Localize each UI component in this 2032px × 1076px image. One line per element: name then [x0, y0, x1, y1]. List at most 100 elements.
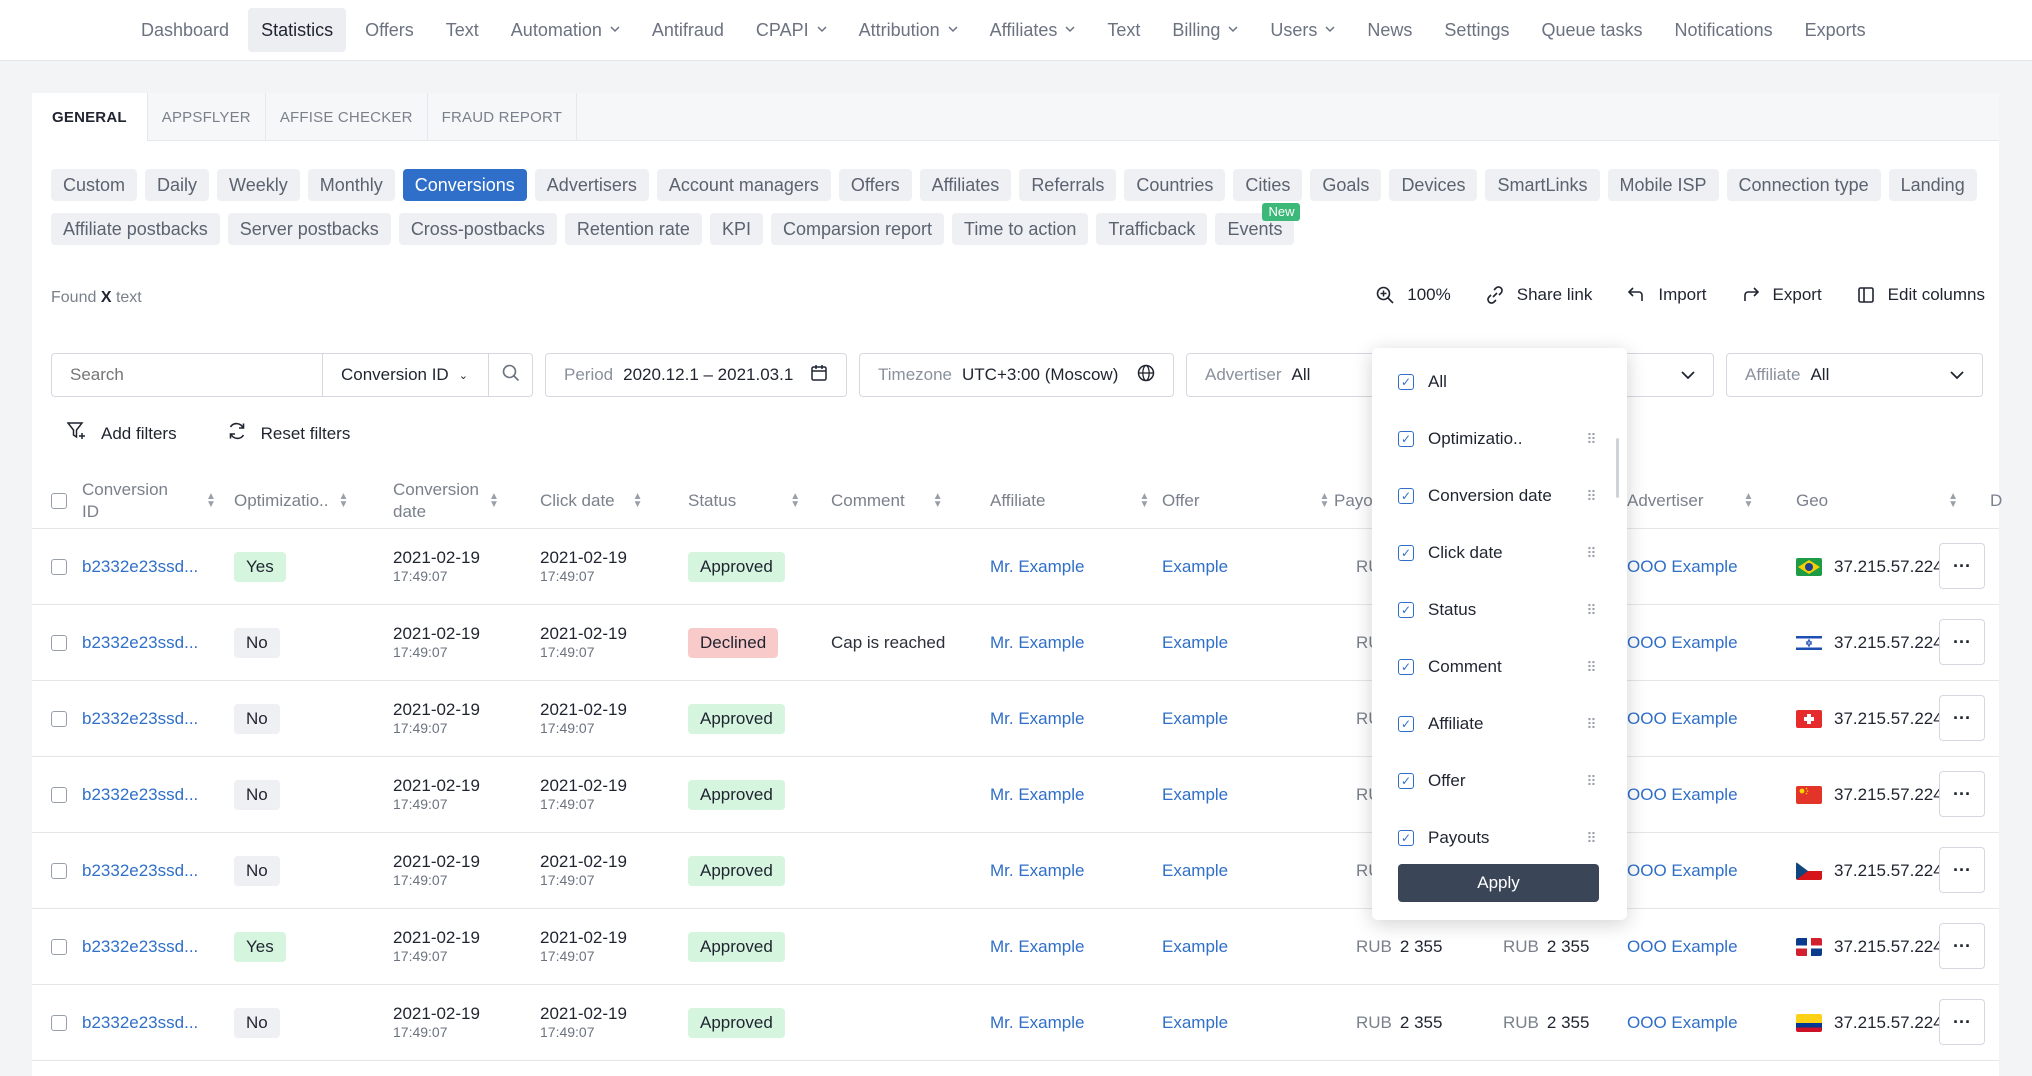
- offer-link[interactable]: Example: [1162, 633, 1228, 653]
- column-option-optimizatio-[interactable]: ✓ Optimizatio.. ⠿: [1398, 429, 1598, 449]
- col-conversion-date[interactable]: Conversion date ▲ ▼: [393, 473, 499, 529]
- chip-kpi[interactable]: KPI: [709, 213, 763, 245]
- column-option-offer[interactable]: ✓ Offer ⠿: [1398, 771, 1598, 791]
- chip-account-managers[interactable]: Account managers: [656, 169, 831, 201]
- row-actions-button[interactable]: ···: [1939, 543, 1985, 589]
- period-filter[interactable]: Period 2020.12.1 – 2021.03.1: [545, 353, 847, 397]
- timezone-filter[interactable]: Timezone UTC+3:00 (Moscow): [859, 353, 1174, 397]
- chip-advertisers[interactable]: Advertisers: [534, 169, 649, 201]
- row-actions-button[interactable]: ···: [1939, 619, 1985, 665]
- chip-retention-rate[interactable]: Retention rate: [564, 213, 702, 245]
- chip-goals[interactable]: Goals: [1310, 169, 1382, 201]
- row-actions-button[interactable]: ···: [1939, 923, 1985, 969]
- column-option-conversion-date[interactable]: ✓ Conversion date ⠿: [1398, 486, 1598, 506]
- checkbox-checked-icon[interactable]: ✓: [1398, 488, 1414, 504]
- drag-handle-icon[interactable]: ⠿: [1586, 432, 1598, 446]
- offer-link[interactable]: Example: [1162, 937, 1228, 957]
- checkbox-checked-icon[interactable]: ✓: [1398, 716, 1414, 732]
- chip-smartlinks[interactable]: SmartLinks: [1485, 169, 1600, 201]
- nav-item-automation[interactable]: Automation: [498, 8, 633, 52]
- column-option-affiliate[interactable]: ✓ Affiliate ⠿: [1398, 714, 1598, 734]
- chip-mobile-isp[interactable]: Mobile ISP: [1607, 169, 1719, 201]
- export-button[interactable]: Export: [1741, 285, 1822, 305]
- advertiser-link[interactable]: OOO Example: [1627, 861, 1738, 881]
- chip-referrals[interactable]: Referrals: [1019, 169, 1117, 201]
- advertiser-link[interactable]: OOO Example: [1627, 937, 1738, 957]
- affiliate-link[interactable]: Mr. Example: [990, 937, 1084, 957]
- checkbox-checked-icon[interactable]: ✓: [1398, 773, 1414, 789]
- row-checkbox[interactable]: [51, 529, 67, 605]
- share-link-button[interactable]: Share link: [1485, 285, 1592, 305]
- col-geo[interactable]: Geo ▲ ▼: [1796, 473, 1958, 529]
- tab-affise-checker[interactable]: AFFISE CHECKER: [266, 93, 428, 141]
- row-checkbox[interactable]: [51, 833, 67, 909]
- chip-custom[interactable]: Custom: [51, 169, 138, 201]
- select-all-checkbox[interactable]: [51, 473, 67, 529]
- tab-general[interactable]: GENERAL: [32, 93, 148, 141]
- col-advertiser[interactable]: Advertiser ▲ ▼: [1627, 473, 1753, 529]
- chip-monthly[interactable]: Monthly: [307, 169, 395, 201]
- nav-item-queue-tasks[interactable]: Queue tasks: [1528, 8, 1655, 52]
- row-actions-button[interactable]: ···: [1939, 771, 1985, 817]
- col-payouts[interactable]: Payo: [1334, 473, 1373, 529]
- affiliate-link[interactable]: Mr. Example: [990, 785, 1084, 805]
- nav-item-dashboard[interactable]: Dashboard: [128, 8, 242, 52]
- drag-handle-icon[interactable]: ⠿: [1586, 831, 1598, 845]
- row-actions-button[interactable]: ···: [1939, 847, 1985, 893]
- row-checkbox[interactable]: [51, 681, 67, 757]
- drag-handle-icon[interactable]: ⠿: [1586, 774, 1598, 788]
- nav-item-settings[interactable]: Settings: [1431, 8, 1522, 52]
- affiliate-link[interactable]: Mr. Example: [990, 557, 1084, 577]
- chip-comparsion-report[interactable]: Comparsion report: [770, 213, 945, 245]
- search-button[interactable]: [488, 354, 532, 396]
- chip-conversions[interactable]: Conversions: [402, 169, 527, 201]
- nav-item-antifraud[interactable]: Antifraud: [639, 8, 737, 52]
- advertiser-link[interactable]: OOO Example: [1627, 633, 1738, 653]
- row-checkbox[interactable]: [51, 757, 67, 833]
- nav-item-notifications[interactable]: Notifications: [1662, 8, 1786, 52]
- nav-item-exports[interactable]: Exports: [1792, 8, 1879, 52]
- affiliate-link[interactable]: Mr. Example: [990, 709, 1084, 729]
- chip-events[interactable]: Events New: [1215, 203, 1301, 245]
- advertiser-link[interactable]: OOO Example: [1627, 785, 1738, 805]
- drag-handle-icon[interactable]: ⠿: [1586, 660, 1598, 674]
- reset-filters-button[interactable]: Reset filters: [227, 421, 350, 446]
- advertiser-link[interactable]: OOO Example: [1627, 1013, 1738, 1033]
- tab-appsflyer[interactable]: APPSFLYER: [148, 93, 266, 141]
- chip-affiliates[interactable]: Affiliates: [919, 169, 1012, 201]
- col-comment[interactable]: Comment ▲ ▼: [831, 473, 943, 529]
- conversion-id-link[interactable]: b2332e23ssd...: [82, 633, 198, 653]
- chip-offers[interactable]: Offers: [838, 169, 912, 201]
- offer-link[interactable]: Example: [1162, 861, 1228, 881]
- column-option-status[interactable]: ✓ Status ⠿: [1398, 600, 1598, 620]
- nav-item-attribution[interactable]: Attribution: [846, 8, 971, 52]
- conversion-id-link[interactable]: b2332e23ssd...: [82, 1013, 198, 1033]
- column-option-click-date[interactable]: ✓ Click date ⠿: [1398, 543, 1598, 563]
- offer-link[interactable]: Example: [1162, 709, 1228, 729]
- import-button[interactable]: Import: [1626, 285, 1707, 305]
- drag-handle-icon[interactable]: ⠿: [1586, 546, 1598, 560]
- row-actions-button[interactable]: ···: [1939, 695, 1985, 741]
- search-field-select[interactable]: Conversion ID ⌄: [322, 354, 488, 396]
- chip-weekly[interactable]: Weekly: [217, 169, 300, 201]
- advertiser-link[interactable]: OOO Example: [1627, 557, 1738, 577]
- nav-item-cpapi[interactable]: CPAPI: [743, 8, 840, 52]
- chip-landing[interactable]: Landing: [1888, 169, 1977, 201]
- chip-cities[interactable]: Cities: [1233, 169, 1303, 201]
- drag-handle-icon[interactable]: ⠿: [1586, 603, 1598, 617]
- row-checkbox[interactable]: [51, 909, 67, 985]
- col-optimization[interactable]: Optimizatio.. ▲ ▼: [234, 473, 348, 529]
- col-status[interactable]: Status ▲ ▼: [688, 473, 800, 529]
- checkbox-checked-icon[interactable]: ✓: [1398, 659, 1414, 675]
- conversion-id-link[interactable]: b2332e23ssd...: [82, 709, 198, 729]
- affiliate-filter[interactable]: Affiliate All: [1726, 353, 1983, 397]
- col-extra[interactable]: D: [1990, 473, 2002, 529]
- edit-columns-button[interactable]: Edit columns: [1856, 285, 1985, 305]
- conversion-id-link[interactable]: b2332e23ssd...: [82, 937, 198, 957]
- conversion-id-link[interactable]: b2332e23ssd...: [82, 861, 198, 881]
- affiliate-link[interactable]: Mr. Example: [990, 861, 1084, 881]
- column-option-comment[interactable]: ✓ Comment ⠿: [1398, 657, 1598, 677]
- advertiser-link[interactable]: OOO Example: [1627, 709, 1738, 729]
- nav-item-users[interactable]: Users: [1257, 8, 1348, 52]
- search-input[interactable]: [52, 354, 322, 396]
